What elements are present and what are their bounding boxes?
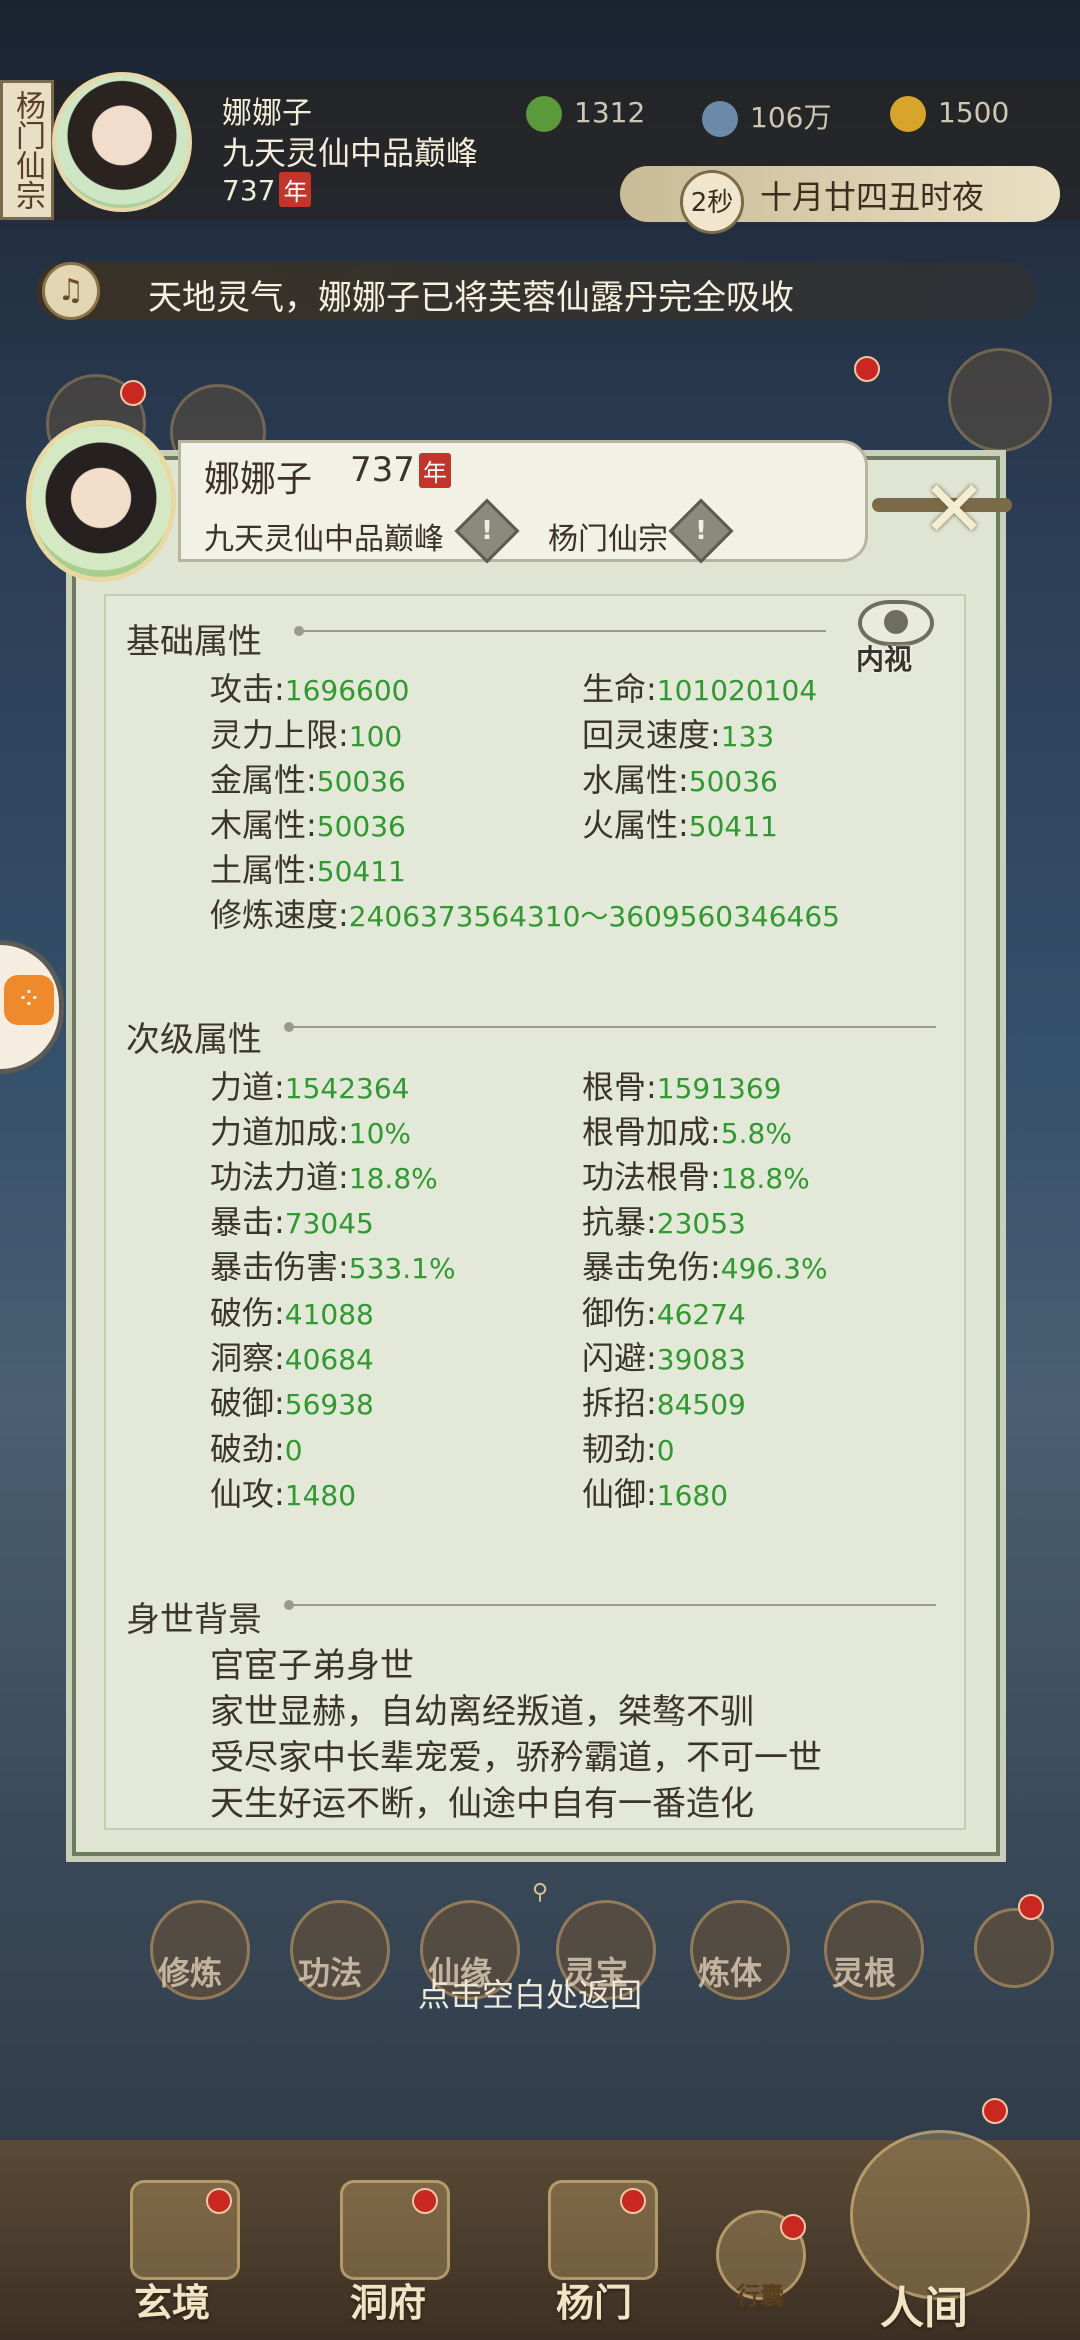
notification-dot — [854, 356, 880, 382]
year-badge: 年 — [279, 172, 312, 207]
character-name: 娜娜子 — [204, 459, 313, 500]
notification-dot — [780, 2214, 806, 2240]
stat-item: 根骨加成:5.8% — [582, 1113, 792, 1151]
resource-coins[interactable]: 106万 — [702, 96, 831, 137]
stat-item: 仙御:1680 — [582, 1475, 729, 1513]
panel-handle-icon: ⚲ — [531, 1880, 549, 1905]
character-sect: 杨门仙宗 — [548, 522, 668, 557]
stat-item: 破伤:41088 — [210, 1294, 374, 1332]
gold-ingot-icon — [890, 96, 926, 132]
stat-item: 土属性:50411 — [210, 851, 406, 889]
background-line: 天生好运不断，仙途中自有一番造化 — [210, 1784, 754, 1824]
menu-label: 炼体 — [698, 1954, 763, 1992]
stat-item: 韧劲:0 — [582, 1430, 675, 1468]
exclamation-icon: ! — [481, 516, 493, 546]
resource-spirit-stone[interactable]: 1312 — [526, 96, 645, 132]
stat-item: 回灵速度:133 — [582, 716, 775, 754]
stat-item: 闪避:39083 — [582, 1339, 746, 1377]
tap-to-return-hint[interactable]: 点击空白处返回 — [418, 1970, 642, 2016]
nav-cave[interactable]: 洞府 — [350, 2272, 426, 2327]
stat-item: 功法力道:18.8% — [210, 1158, 438, 1196]
eye-pupil — [884, 610, 908, 634]
notification-text: 天地灵气，娜娜子已将芙蓉仙露丹完全吸收 — [148, 278, 794, 318]
coin-icon — [702, 101, 738, 137]
menu-label: 修炼 — [158, 1954, 223, 1992]
notification-dot — [206, 2188, 232, 2214]
stat-item: 抗暴:23053 — [582, 1203, 746, 1241]
stat-item: 暴击:73045 — [210, 1203, 374, 1241]
stat-item: 火属性:50411 — [582, 806, 778, 844]
notification-dot — [982, 2098, 1008, 2124]
stat-item: 仙攻:1480 — [210, 1475, 357, 1513]
stat-item: 力道加成:10% — [210, 1113, 412, 1151]
stat-item: 生命:101020104 — [582, 670, 818, 708]
notification-dot — [1018, 1894, 1044, 1920]
bg-sea-icon — [948, 348, 1052, 452]
stat-item: 灵力上限:100 — [210, 716, 403, 754]
background-line: 家世显赫，自幼离经叛道，桀骜不驯 — [210, 1692, 754, 1732]
stat-item: 力道:1542364 — [210, 1068, 410, 1106]
stat-item: 根骨:1591369 — [582, 1068, 782, 1106]
player-name: 娜娜子 — [222, 96, 312, 131]
stat-item: 御伤:46274 — [582, 1294, 746, 1332]
stat-item: 洞察:40684 — [210, 1339, 374, 1377]
stat-item: 修炼速度:2406373564310～3609560346465 — [210, 896, 840, 934]
menu-label: 功法 — [298, 1954, 363, 1992]
section-divider — [284, 1600, 936, 1610]
stat-item: 暴击伤害:533.1% — [210, 1248, 456, 1286]
background-title: 身世背景 — [126, 1600, 262, 1640]
stat-item: 破劲:0 — [210, 1430, 303, 1468]
nav-xuanjing[interactable]: 玄境 — [134, 2272, 210, 2327]
character-age: 737 年 — [350, 450, 451, 490]
stat-item: 攻击:1696600 — [210, 670, 410, 708]
player-age: 737 年 — [222, 172, 312, 207]
menu-label: 灵根 — [832, 1954, 897, 1992]
stat-item: 水属性:50036 — [582, 761, 778, 799]
timer-badge: 2秒 — [680, 170, 744, 234]
inspect-label: 内视 — [856, 643, 913, 676]
bell-icon: ♫ — [42, 262, 100, 320]
stat-item: 破御:56938 — [210, 1384, 374, 1422]
star-icon — [974, 1908, 1054, 1988]
exclamation-icon: ! — [695, 516, 707, 546]
stat-item: 拆招:84509 — [582, 1384, 746, 1422]
game-date: 十月廿四丑时夜 — [760, 178, 985, 216]
section-divider — [294, 626, 826, 636]
sect-tab[interactable]: 杨门仙宗 — [0, 80, 54, 220]
notification-dot — [620, 2188, 646, 2214]
basic-attributes-title: 基础属性 — [126, 622, 262, 662]
background-line: 官宦子弟身世 — [210, 1646, 414, 1686]
character-realm: 九天灵仙中品巅峰 — [204, 522, 444, 557]
notification-dot — [120, 380, 146, 406]
close-button[interactable]: ✕ — [906, 470, 1002, 550]
stat-item: 暴击免伤:496.3% — [582, 1248, 828, 1286]
resource-gold[interactable]: 1500 — [890, 96, 1009, 132]
nav-bag[interactable]: 行囊 — [736, 2276, 784, 2311]
stat-item: 金属性:50036 — [210, 761, 406, 799]
section-divider — [284, 1022, 936, 1032]
nav-sect[interactable]: 杨门 — [556, 2272, 632, 2327]
stat-item: 木属性:50036 — [210, 806, 406, 844]
gamepad-icon: ⁘ — [4, 975, 54, 1025]
character-portrait — [26, 420, 176, 582]
player-avatar[interactable] — [52, 72, 192, 212]
nav-world[interactable]: 人间 — [880, 2272, 968, 2336]
secondary-attributes-title: 次级属性 — [126, 1020, 262, 1060]
stat-item: 功法根骨:18.8% — [582, 1158, 810, 1196]
year-badge: 年 — [418, 453, 451, 488]
background-line: 受尽家中长辈宠爱，骄矜霸道，不可一世 — [210, 1738, 822, 1778]
notification-dot — [412, 2188, 438, 2214]
player-realm: 九天灵仙中品巅峰 — [222, 134, 479, 172]
leaf-icon — [526, 96, 562, 132]
